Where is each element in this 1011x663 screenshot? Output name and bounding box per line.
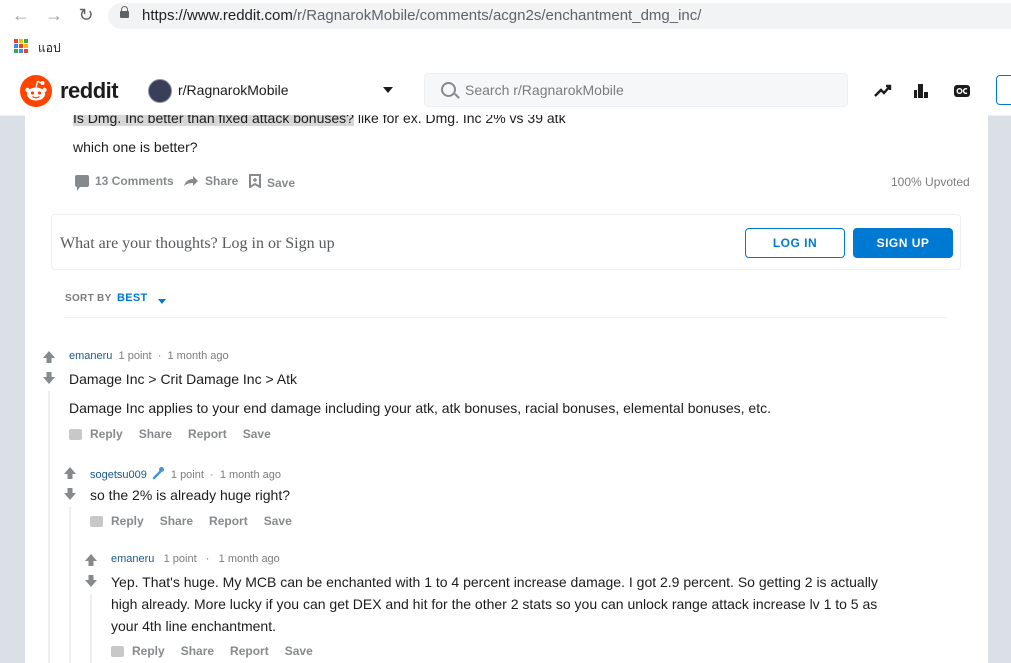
save-button[interactable]: Save — [264, 514, 292, 528]
comment-points: 1 point — [170, 468, 204, 481]
comment-icon — [75, 175, 89, 191]
thread-line[interactable] — [69, 507, 71, 663]
subreddit-name[interactable]: r/RagnarokMobile — [178, 82, 289, 98]
url-host: https://www.reddit.com — [142, 7, 293, 24]
comment-text: so the 2% is already huge right? — [90, 487, 291, 503]
share-icon — [183, 175, 199, 187]
report-button[interactable]: Report — [230, 644, 269, 658]
comment-author[interactable]: sogetsu009 — [90, 469, 147, 481]
comment-text: your 4th line enchantment. — [111, 618, 276, 634]
comment-icon — [69, 428, 82, 440]
comment-text: Damage Inc > Crit Damage Inc > Atk — [69, 371, 297, 387]
trending-icon[interactable] — [873, 81, 893, 101]
report-button[interactable]: Report — [209, 514, 248, 528]
flair-icon — [151, 466, 165, 483]
original-content-icon[interactable] — [952, 81, 972, 101]
bookmarks-bar: แอป — [0, 36, 1011, 58]
sort-dropdown[interactable]: BEST — [117, 292, 148, 304]
comment-time[interactable]: 1 month ago — [220, 469, 281, 481]
comment-icon — [90, 515, 103, 527]
save-label: Save — [267, 175, 296, 190]
apps-label[interactable]: แอป — [38, 39, 61, 58]
comment-text: Damage Inc applies to your end damage in… — [69, 400, 771, 416]
downvote-arrow-icon[interactable] — [84, 574, 98, 588]
save-button[interactable]: Save — [243, 427, 271, 441]
comment-meta: sogetsu009 1 point · 1 month ago — [90, 466, 281, 483]
chevron-down-icon[interactable] — [383, 87, 393, 93]
comment-points: 1 point — [118, 350, 152, 362]
reddit-logo-icon[interactable] — [20, 75, 52, 107]
comment-time[interactable]: 1 month ago — [219, 553, 280, 565]
comments-button[interactable]: 13 Comments — [75, 174, 174, 191]
comment-actions: Reply Share Report Save — [69, 427, 271, 441]
reload-icon[interactable]: ↻ — [77, 6, 95, 24]
comment-login-prompt: What are your thoughts? Log in or Sign u… — [51, 214, 961, 270]
upvote-arrow-icon[interactable] — [63, 466, 77, 480]
save-button[interactable]: Save — [285, 644, 313, 658]
comments-label: 13 Comments — [95, 174, 174, 188]
share-button[interactable]: Share — [139, 427, 172, 441]
comment-actions: Reply Share Report Save — [111, 644, 313, 658]
post-title-highlighted: Is Dmg. Inc better than fixed attack bon… — [73, 115, 354, 126]
comment-icon — [111, 645, 124, 657]
url-text: https://www.reddit.com/r/RagnarokMobile/… — [142, 3, 701, 29]
signup-button[interactable]: SIGN UP — [853, 228, 953, 258]
post-body: which one is better? — [73, 139, 198, 155]
reddit-wordmark[interactable]: reddit — [60, 78, 119, 104]
upvote-arrow-icon[interactable] — [84, 553, 98, 567]
chevron-down-icon[interactable] — [158, 299, 166, 304]
search-icon — [441, 82, 456, 97]
reply-button[interactable]: Reply — [111, 514, 144, 528]
comment-text: Yep. That's huge. My MCB can be enchante… — [111, 574, 878, 590]
thread-line[interactable] — [48, 391, 50, 663]
save-button[interactable]: Save — [249, 174, 295, 191]
address-bar[interactable]: https://www.reddit.com/r/RagnarokMobile/… — [108, 3, 1011, 29]
meta-separator: · — [205, 553, 210, 565]
comment-actions: Reply Share Report Save — [90, 514, 292, 528]
upvote-ratio: 100% Upvoted — [891, 175, 970, 189]
reddit-header: reddit r/RagnarokMobile — [0, 66, 1011, 116]
bookmark-icon — [249, 174, 261, 191]
url-path: /r/RagnarokMobile/comments/acgn2s/enchan… — [292, 7, 702, 24]
post-panel: Is Dmg. Inc better than fixed attack bon… — [25, 115, 988, 663]
share-button[interactable]: Share — [160, 514, 193, 528]
back-arrow-icon[interactable]: ← — [12, 6, 30, 24]
divider — [65, 317, 947, 318]
sort-label: SORT BY — [65, 293, 112, 304]
search-input[interactable] — [465, 74, 835, 106]
downvote-arrow-icon[interactable] — [63, 487, 77, 501]
comment-time[interactable]: 1 month ago — [168, 350, 229, 362]
header-login-button[interactable] — [996, 75, 1011, 105]
reply-button[interactable]: Reply — [90, 427, 123, 441]
thread-line[interactable] — [90, 594, 92, 663]
report-button[interactable]: Report — [188, 427, 227, 441]
comment-author[interactable]: emaneru — [111, 553, 154, 565]
meta-separator: · — [157, 350, 162, 362]
post-title-rest: like for ex. Dmg. Inc 2% vs 39 atk — [353, 115, 566, 126]
comment-meta: emaneru 1 point · 1 month ago — [111, 553, 280, 565]
forward-arrow-icon[interactable]: → — [45, 6, 63, 24]
apps-grid-icon[interactable] — [14, 39, 28, 53]
comment-points: 1 point — [163, 553, 197, 565]
comment-text: high already. More lucky if you can get … — [111, 596, 878, 612]
share-label: Share — [205, 174, 239, 188]
reply-button[interactable]: Reply — [132, 644, 165, 658]
login-button[interactable]: LOG IN — [745, 228, 845, 258]
comment-meta: emaneru 1 point · 1 month ago — [69, 350, 229, 362]
downvote-arrow-icon[interactable] — [42, 371, 56, 385]
lock-icon — [120, 6, 129, 18]
upvote-arrow-icon[interactable] — [42, 350, 56, 364]
share-button[interactable]: Share — [181, 644, 214, 658]
leaderboard-icon[interactable] — [912, 81, 932, 101]
subreddit-avatar — [148, 79, 172, 103]
comment-author[interactable]: emaneru — [69, 350, 112, 362]
post-title: Is Dmg. Inc better than fixed attack bon… — [73, 115, 566, 126]
browser-chrome: ← → ↻ https://www.reddit.com/r/RagnarokM… — [0, 0, 1011, 66]
search-box[interactable] — [424, 73, 848, 107]
meta-separator: · — [210, 468, 214, 481]
comment-prompt-text: What are your thoughts? Log in or Sign u… — [60, 235, 335, 252]
share-button[interactable]: Share — [183, 174, 238, 188]
